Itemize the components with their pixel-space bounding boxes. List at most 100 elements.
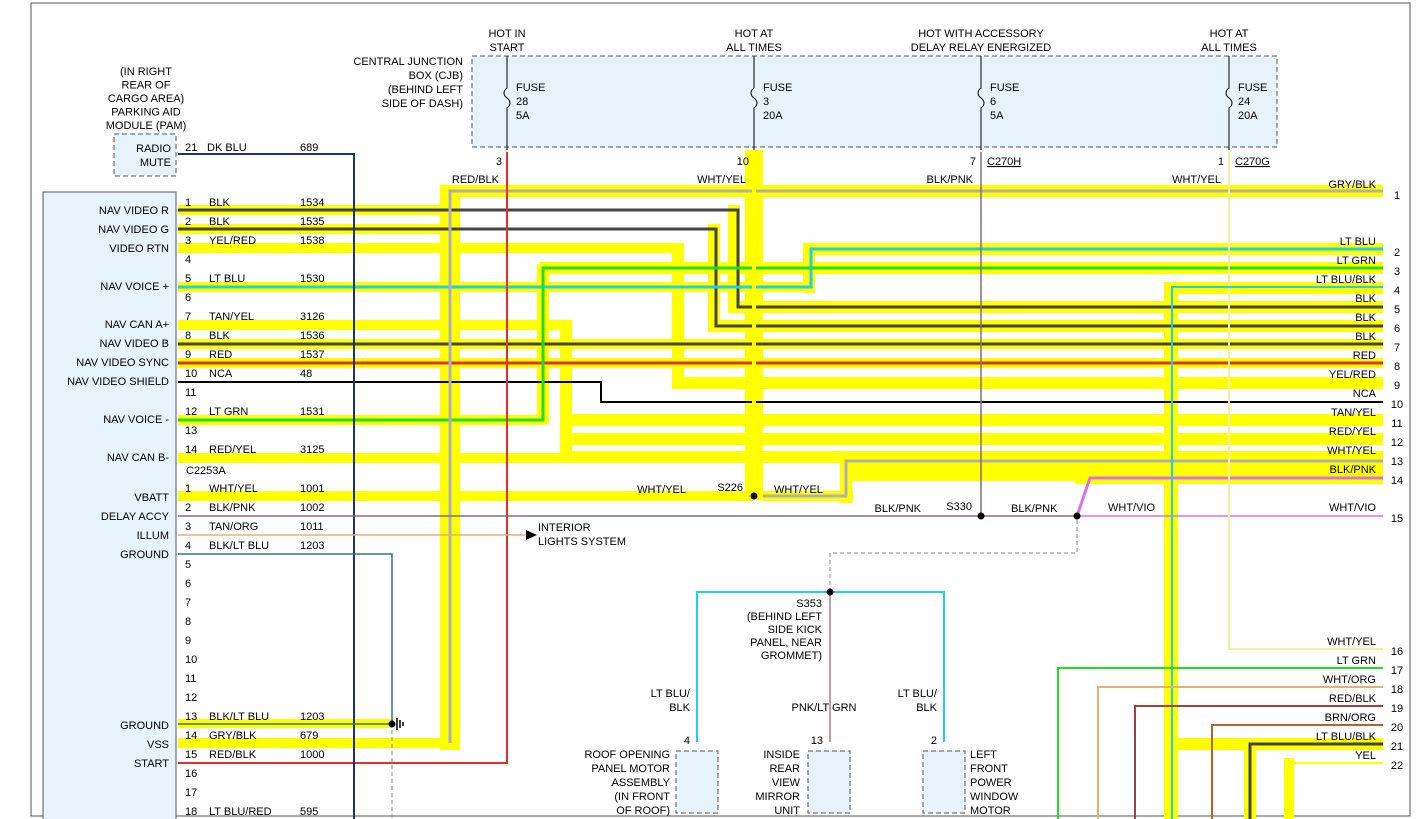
cjb-title: BOX (CJB) [409, 70, 463, 82]
pin-number: 6 [185, 292, 191, 304]
pin-wire-color: BLK [209, 216, 230, 228]
pin-number: 10 [185, 654, 197, 666]
pam-function: RADIO [136, 143, 171, 155]
pin-function: NAV VIDEO SYNC [76, 357, 169, 369]
pin-circuit: 1538 [300, 235, 324, 247]
fuse-hot-label: HOT AT [1210, 28, 1249, 40]
pin-circuit: 1001 [300, 483, 324, 495]
pin-number: 4 [185, 540, 191, 552]
pam-title: PARKING AID [111, 107, 181, 119]
pin-circuit: 595 [300, 806, 318, 818]
right-pin-number: 3 [1394, 266, 1400, 278]
pin-function: NAV CAN A+ [105, 319, 169, 331]
pin-number: 9 [185, 635, 191, 647]
fuse-number: 3 [763, 96, 769, 108]
pin-number: 7 [185, 311, 191, 323]
right-wire-color: WHT/YEL [1327, 636, 1376, 648]
right-pin-number: 5 [1394, 304, 1400, 316]
pin-circuit: 1531 [300, 406, 324, 418]
splice-wire-color: WHT/YEL [774, 484, 823, 496]
component-label: (IN FRONT [614, 791, 670, 803]
splice-wire-color: BLK/PNK [1011, 503, 1058, 515]
right-pin-number: 19 [1391, 703, 1403, 715]
right-pin-number: 7 [1394, 342, 1400, 354]
highlight-band [560, 433, 1383, 445]
component-label: INSIDE [763, 749, 800, 761]
right-wire-color: LT GRN [1337, 655, 1376, 667]
pam-wire-color: DK BLU [207, 142, 247, 154]
pin-wire-color: BLK/LT BLU [209, 540, 269, 552]
splice-wire-color: BLK/PNK [875, 503, 922, 515]
component-pin: 2 [931, 735, 937, 747]
pin-circuit: 1203 [300, 540, 324, 552]
fuse-hot-label: HOT AT [735, 28, 774, 40]
right-pin-number: 14 [1391, 475, 1403, 487]
fuse-amps: 20A [763, 110, 783, 122]
pin-number: 15 [185, 749, 197, 761]
right-pin-number: 1 [1394, 190, 1400, 202]
pin-number: 2 [185, 502, 191, 514]
pin-circuit: 1537 [300, 349, 324, 361]
splice-s353-label: GROMMET) [761, 650, 822, 662]
fuse-connector: C270G [1235, 156, 1270, 168]
pin-wire-color: TAN/ORG [209, 521, 258, 533]
fuse-label: FUSE [1238, 82, 1267, 94]
right-pin-number: 4 [1394, 285, 1400, 297]
component-wire-color: LT BLU/ [898, 688, 938, 700]
fuse-label: FUSE [763, 82, 792, 94]
highlight-band [560, 414, 1383, 426]
fuse-wire-color: BLK/PNK [927, 174, 974, 186]
wire-yel [1288, 762, 1383, 819]
pin-wire-color: BLK/LT BLU [209, 711, 269, 723]
fuse-amps: 5A [516, 110, 530, 122]
pin-function: NAV VIDEO R [99, 205, 169, 217]
right-wire-color: RED [1353, 350, 1376, 362]
right-wire-color: NCA [1353, 388, 1377, 400]
component-label: POWER [970, 777, 1012, 789]
right-wire-color: WHT/ORG [1323, 674, 1376, 686]
connector-id: C2253A [186, 465, 226, 477]
roof-opening-motor [675, 750, 719, 814]
fuse-number: 24 [1238, 96, 1250, 108]
fuse-hot-label: ALL TIMES [1201, 42, 1257, 54]
right-pin-number: 13 [1391, 456, 1403, 468]
central-junction-box [471, 55, 1278, 148]
pin-function: VBATT [134, 492, 169, 504]
right-wire-color: BLK [1355, 331, 1376, 343]
right-wire-color: BLK [1355, 312, 1376, 324]
pin-number: 3 [185, 521, 191, 533]
splice-s226 [750, 492, 758, 500]
pin-wire-color: LT GRN [209, 406, 248, 418]
splice-wht-vio [1073, 512, 1081, 520]
splice-s353 [826, 588, 834, 596]
right-wire-color: BLK [1355, 293, 1376, 305]
right-pin-number: 2 [1394, 247, 1400, 259]
pin-wire-color: RED [209, 349, 232, 361]
fuse-wire-color: RED/BLK [452, 174, 500, 186]
fuse-hot-label: HOT WITH ACCESSORY [918, 28, 1044, 40]
right-wire-color: BLK/PNK [1330, 464, 1377, 476]
right-wire-color: RED/YEL [1329, 426, 1376, 438]
interior-lights-label: LIGHTS SYSTEM [538, 536, 626, 548]
right-wire-color: TAN/YEL [1331, 407, 1376, 419]
pin-circuit: 1530 [300, 273, 324, 285]
right-wire-color: WHT/VIO [1329, 502, 1376, 514]
component-label: FRONT [970, 763, 1008, 775]
fuse-pin: 1 [1218, 156, 1224, 168]
pin-function: NAV VIDEO G [98, 224, 169, 236]
right-pin-number: 20 [1391, 722, 1403, 734]
pin-circuit: 48 [300, 368, 312, 380]
wire-blk-lt-blu [178, 553, 393, 724]
right-pin-number: 22 [1391, 760, 1403, 772]
fuse-number: 28 [516, 96, 528, 108]
right-wire-color: LT BLU/BLK [1316, 731, 1377, 743]
right-pin-number: 18 [1391, 684, 1403, 696]
pin-wire-color: YEL/RED [209, 235, 256, 247]
pam-title: REAR OF [122, 80, 171, 92]
fuse-label: FUSE [990, 82, 1019, 94]
right-pin-number: 6 [1394, 323, 1400, 335]
fuse-wire-color: WHT/YEL [697, 174, 746, 186]
pin-wire-color: RED/BLK [209, 749, 257, 761]
pin-function: NAV VIDEO SHIELD [67, 376, 169, 388]
splice-s353-label: PANEL, NEAR [750, 637, 822, 649]
